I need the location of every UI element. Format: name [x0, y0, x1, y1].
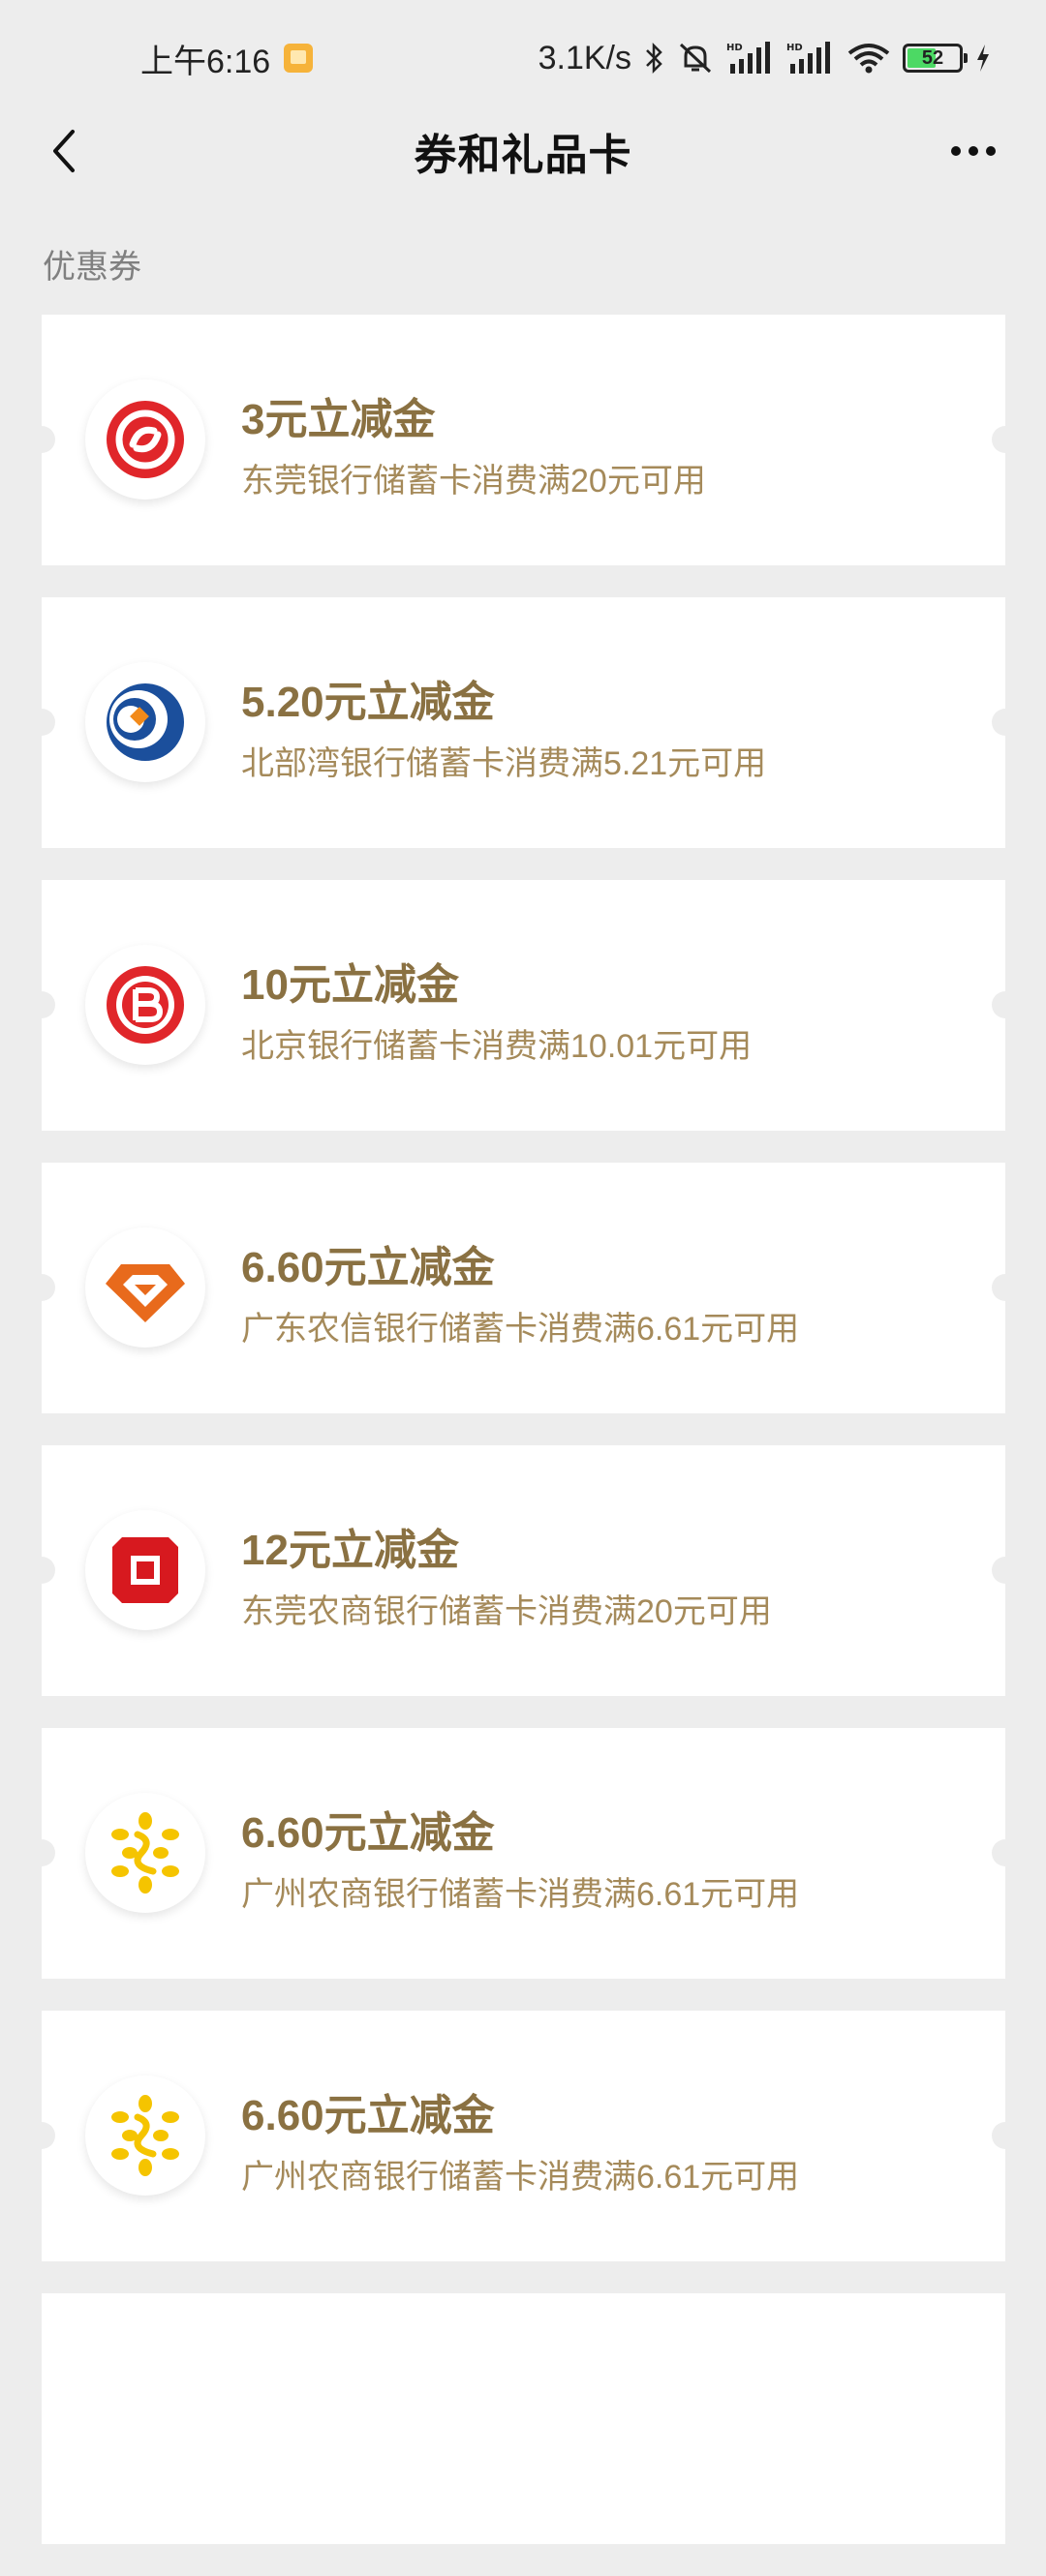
beibuwan-bank-logo-icon — [107, 683, 184, 761]
dot-icon — [969, 146, 978, 156]
status-time: 上午6:16 — [140, 43, 271, 80]
dot-icon — [986, 146, 996, 156]
guangzhou-rural-commercial-bank-logo-icon — [111, 2095, 179, 2176]
guangzhou-rural-commercial-bank-logo-icon — [111, 1812, 179, 1894]
bank-logo — [85, 662, 205, 782]
coupon-card[interactable]: 6.60元立减金 广州农商银行储蓄卡消费满6.61元可用 — [28, 2011, 1019, 2261]
ticket-notch — [28, 991, 55, 1018]
signal-hd-icon-1: HD — [726, 42, 770, 74]
signal-hd-icon-2: HD — [786, 42, 830, 74]
back-button[interactable] — [37, 124, 91, 178]
coupon-description: 北部湾银行储蓄卡消费满5.21元可用 — [241, 745, 767, 782]
coupon-description: 广州农商银行储蓄卡消费满6.61元可用 — [241, 2159, 800, 2196]
coupon-description: 广东农信银行储蓄卡消费满6.61元可用 — [241, 1311, 800, 1348]
bluetooth-icon — [646, 42, 662, 75]
bank-logo — [85, 1510, 205, 1630]
guangdong-rural-credit-logo-icon — [106, 1264, 185, 1322]
bank-logo — [85, 379, 205, 500]
coupon-title: 6.60元立减金 — [241, 2092, 495, 2139]
svg-text:HD: HD — [786, 43, 803, 53]
ticket-notch — [992, 991, 1019, 1018]
coupon-title: 12元立减金 — [241, 1527, 459, 1574]
bank-logo — [85, 1793, 205, 1913]
coupon-title: 3元立减金 — [241, 396, 436, 443]
svg-text:HD: HD — [726, 43, 743, 53]
coupon-title: 6.60元立减金 — [241, 1244, 495, 1291]
ticket-notch — [992, 709, 1019, 736]
coupon-title: 5.20元立减金 — [241, 679, 495, 726]
dot-icon — [951, 146, 961, 156]
page-title: 券和礼品卡 — [414, 132, 632, 179]
battery-icon: 52 — [903, 44, 968, 73]
coupon-description: 东莞农商银行储蓄卡消费满20元可用 — [241, 1593, 772, 1630]
coupon-description: 北京银行储蓄卡消费满10.01元可用 — [241, 1028, 753, 1065]
coupon-list: 3元立减金 东莞银行储蓄卡消费满20元可用 5.20元立减金 北部湾银行储蓄卡消… — [28, 315, 1019, 2576]
coupon-card[interactable]: 6.60元立减金 广州农商银行储蓄卡消费满6.61元可用 — [28, 1728, 1019, 1979]
wifi-icon — [847, 44, 890, 74]
ticket-notch — [992, 1839, 1019, 1866]
ticket-notch — [992, 426, 1019, 453]
ticket-notch — [28, 426, 55, 453]
coupon-card[interactable]: 5.20元立减金 北部湾银行储蓄卡消费满5.21元可用 — [28, 597, 1019, 848]
ticket-notch — [28, 1839, 55, 1866]
coupon-description: 东莞银行储蓄卡消费满20元可用 — [241, 463, 706, 500]
ticket-notch — [28, 1557, 55, 1584]
bank-of-beijing-logo-icon — [107, 966, 184, 1044]
more-options-button[interactable] — [939, 124, 1007, 178]
mute-bell-icon — [679, 43, 712, 74]
ticket-notch — [28, 1274, 55, 1301]
chevron-left-icon — [53, 130, 75, 172]
coupon-title: 10元立减金 — [241, 961, 459, 1009]
bank-logo — [85, 945, 205, 1065]
coupon-card[interactable]: 12元立减金 东莞农商银行储蓄卡消费满20元可用 — [28, 1445, 1019, 1696]
status-bar: 上午6:16 3.1K/s HD HD 52 — [0, 0, 1046, 116]
dongguan-bank-logo-icon — [107, 401, 184, 478]
ticket-notch — [992, 1557, 1019, 1584]
status-right: 3.1K/s HD HD 52 — [538, 40, 992, 77]
charging-bolt-icon — [977, 45, 989, 72]
app-header: 券和礼品卡 — [0, 116, 1046, 186]
section-label-coupons: 优惠券 — [43, 249, 141, 286]
coupon-card[interactable]: 6.60元立减金 广东农信银行储蓄卡消费满6.61元可用 — [28, 1163, 1019, 1413]
coupon-card[interactable]: 10元立减金 北京银行储蓄卡消费满10.01元可用 — [28, 880, 1019, 1131]
coupon-description: 广州农商银行储蓄卡消费满6.61元可用 — [241, 1876, 800, 1913]
dongguan-rural-commercial-bank-logo-icon — [112, 1537, 178, 1603]
notification-app-icon — [284, 44, 314, 73]
status-left: 上午6:16 — [140, 35, 314, 82]
network-speed: 3.1K/s — [538, 39, 631, 76]
ticket-notch — [28, 2122, 55, 2149]
ticket-notch — [992, 1274, 1019, 1301]
ticket-notch — [28, 709, 55, 736]
bank-logo — [85, 2076, 205, 2196]
coupon-title: 6.60元立减金 — [241, 1809, 495, 1857]
bank-logo — [85, 1227, 205, 1348]
coupon-card-partial[interactable] — [42, 2293, 1005, 2544]
ticket-notch — [992, 2122, 1019, 2149]
coupon-card[interactable]: 3元立减金 东莞银行储蓄卡消费满20元可用 — [28, 315, 1019, 565]
battery-level: 52 — [921, 46, 944, 69]
